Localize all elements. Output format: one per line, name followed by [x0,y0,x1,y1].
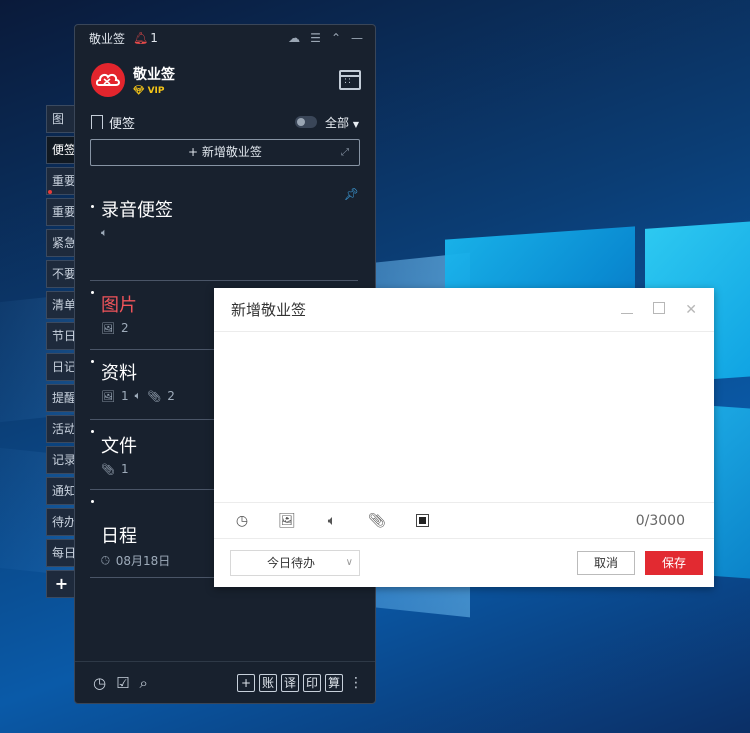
filter-dropdown[interactable]: 全部 ▼ [325,114,359,131]
calendar-icon[interactable] [339,70,361,90]
schedule-date: 08月18日 [115,554,171,568]
collapse-icon[interactable]: ⌃ [331,31,341,45]
cloud-sync-icon[interactable]: ☁ [288,31,300,45]
bottom-toolbar: ◷ ☑ ⌕ + 账 译 印 算 ⋮ [75,661,375,703]
save-button[interactable]: 保存 [645,551,703,575]
record-audio-icon[interactable]: 🔈︎ [323,512,341,530]
side-tab[interactable]: 每日 [46,539,76,567]
clock-icon[interactable]: ◷ [93,674,106,692]
new-note-dialog: 新增敬业签 ✕ ◷ 🖼︎ 🔈︎ 📎︎ 0/3000 今日待办 ∨ 取消 保存 [214,288,714,587]
side-tab[interactable]: 活动 [46,415,76,443]
clock-icon: 🕒︎ [101,553,110,567]
ledger-tool-button[interactable]: 账 [259,673,277,692]
profile-header: 敬业签 💎︎ VIP [75,51,375,109]
unread-dot [48,190,52,194]
search-icon[interactable]: ⌕ [140,674,148,692]
dialog-title-bar: 新增敬业签 ✕ [214,288,714,332]
menu-icon[interactable]: ☰ [310,31,321,45]
side-tab[interactable]: 不要 [46,260,76,288]
dialog-toolbar: ◷ 🖼︎ 🔈︎ 📎︎ 0/3000 [214,502,714,539]
attachment-icon[interactable]: 📎︎ [368,512,386,530]
insert-image-icon[interactable]: 🖼︎ [278,512,296,530]
chevron-down-icon: ∨ [345,557,353,568]
attachment-count: 2 [167,389,175,403]
side-tab-label: 重要 [52,174,76,188]
print-tool-button[interactable]: 印 [303,673,321,692]
side-tab[interactable]: 重要 [46,167,76,195]
maximize-icon[interactable] [653,301,666,314]
bookmark-icon [91,115,103,129]
category-select-value: 今日待办 [267,556,316,570]
reminder-clock-icon[interactable]: ◷ [233,512,251,530]
add-note-label: 新增敬业签 [201,145,262,159]
check-calendar-icon[interactable]: ☑ [116,674,129,692]
side-tab[interactable]: 记录 [46,446,76,474]
side-tab-active[interactable]: 便签 [46,136,76,164]
side-tab[interactable]: 紧急 [46,229,76,257]
note-content-editor[interactable] [214,332,714,502]
notes-section-header: 便签 全部 ▼ [75,109,375,135]
minimize-icon[interactable] [621,302,634,318]
image-icon: 🖼︎ [101,389,115,403]
side-tab[interactable]: 通知 [46,477,76,505]
side-tab[interactable]: 图 [46,105,76,133]
image-icon: 🖼︎ [101,321,115,335]
character-counter: 0/3000 [635,512,685,529]
close-icon[interactable]: ✕ [685,302,697,318]
side-tab[interactable]: 重要 [46,198,76,226]
audio-icon: 🔈︎ [134,389,142,402]
side-tab[interactable]: 清单 [46,291,76,319]
image-count: 2 [120,321,129,335]
filter-toggle[interactable] [295,116,317,128]
side-tab[interactable]: 日记 [46,353,76,381]
side-tab[interactable]: 节日 [46,322,76,350]
section-label: 便签 [109,116,136,132]
audio-icon: 🔈︎ [101,226,108,239]
app-title: 敬业签 [89,31,126,46]
profile-name: 敬业签 [133,67,175,83]
category-select[interactable]: 今日待办 ∨ [230,550,360,576]
category-side-tabs: 图 便签 重要 重要 紧急 不要 清单 节日 日记 提醒 活动 记录 通知 待办… [46,105,76,601]
avatar[interactable] [91,63,125,97]
more-icon[interactable]: ⋮ [349,675,363,691]
filter-label: 全部 [325,115,350,130]
translate-tool-button[interactable]: 译 [281,673,299,692]
bell-icon[interactable]: 🔔︎ [133,31,148,45]
attachment-count: 1 [120,462,129,476]
side-tab[interactable]: 待办 [46,508,76,536]
cancel-button[interactable]: 取消 [577,551,635,575]
notification-count: 1 [150,31,158,45]
add-category-button[interactable]: + [46,570,76,598]
note-title: 录音便签 [101,200,173,221]
vip-badge: 💎︎ VIP [133,86,165,96]
add-tool-button[interactable]: + [237,673,255,692]
logo-icon [96,73,120,86]
image-count: 1 [120,389,129,403]
calculator-tool-button[interactable]: 算 [325,673,343,692]
note-item[interactable]: 录音便签 🔈︎ [90,195,358,281]
expand-icon[interactable]: ⤢ [341,140,349,165]
caret-down-icon: ▼ [352,119,359,129]
attachment-icon: 📎︎ [101,462,115,476]
dialog-footer: 今日待办 ∨ 取消 保存 [214,539,714,587]
dialog-title: 新增敬业签 [231,301,307,319]
stop-icon[interactable] [413,512,431,530]
plus-icon: + [188,145,202,159]
side-tab[interactable]: 提醒 [46,384,76,412]
minimize-icon[interactable]: — [351,31,363,45]
attachment-icon: 📎︎ [147,389,162,403]
vip-label: VIP [147,86,165,96]
add-note-button[interactable]: + 新增敬业签 ⤢ [90,139,360,166]
title-bar: 敬业签 🔔︎ 1 ☁ ☰ ⌃ — [75,25,375,51]
